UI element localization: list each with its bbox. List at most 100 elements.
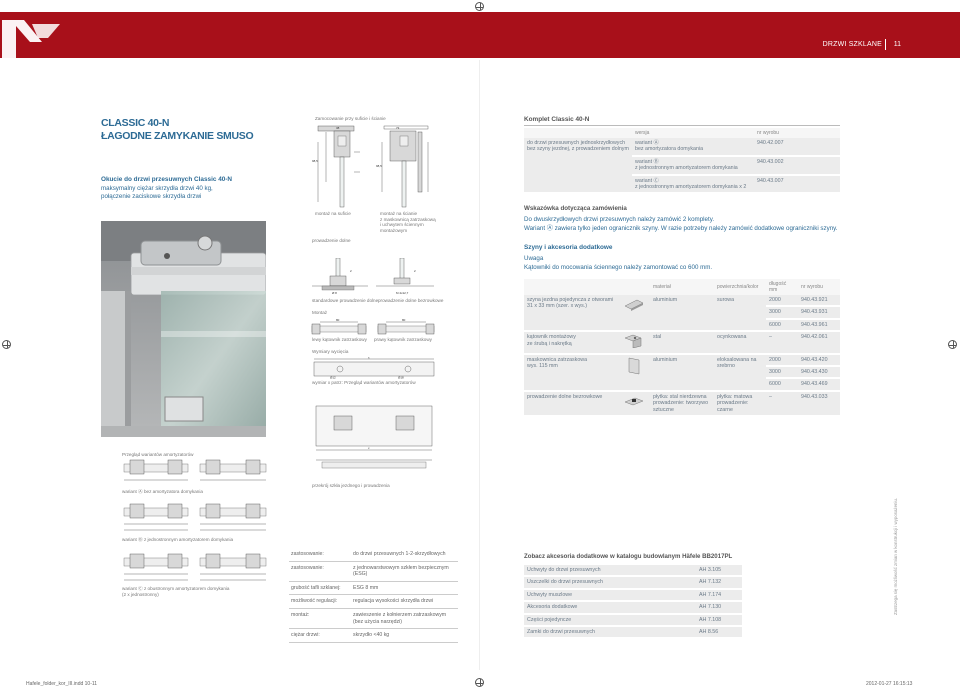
catalog-item-ref: AH 3.105	[696, 565, 742, 578]
spec-row: ciężar drzwi: skrzydło <40 kg	[289, 628, 458, 643]
ceiling-caption: montaż na suficie	[315, 211, 351, 216]
variant-b-drawing	[123, 503, 267, 531]
variants-title: Przegląd wariantów amortyzatorów	[122, 452, 194, 457]
page-title-line2: ŁAGODNE ZAMYKANIE SMUSO	[101, 130, 254, 142]
cut-title: Wymiary wycięcia	[312, 349, 349, 354]
variant-b-caption: wariant Ⓑ z jednostronnym amortyzatorem …	[122, 537, 234, 542]
rail-item-length: –	[766, 390, 798, 418]
rail-item-number: 940.43.921	[798, 295, 840, 308]
spec-label: zastosowanie:	[289, 561, 351, 582]
catalog-row: Uszczelki do drzwi przesuwnych AH 7.132	[524, 576, 742, 590]
kit-title: Komplet Classic 40-N	[524, 116, 840, 126]
kit-variant-detail: z jednostronnym amortyzatorem domykania …	[635, 184, 747, 191]
rail-item-material: płytka: stal nierdzewna prowadzenie: two…	[650, 390, 714, 418]
svg-text:Ø18: Ø18	[398, 376, 404, 380]
rail-item-finish: eloksalowana na srebrno	[714, 353, 766, 392]
rail-item-number: 940.42.061	[798, 331, 840, 355]
wall-caption: montaż na ścianie z maskownicą zatrzasko…	[380, 211, 436, 233]
catalog-title: Zobacz akcesoria dodatkowe w katalogu bu…	[524, 553, 733, 560]
bottom-guide-caption: przekrój szkła jezdnego i prowadzenia	[312, 483, 390, 488]
kit-variant: wariant Ⓑz jednostronnym amortyzatorem d…	[632, 155, 754, 176]
catalog-row: Uchwyty muszlowe AH 7.174	[524, 588, 742, 603]
rail-item-number: 940.43.430	[798, 366, 840, 380]
catalog-table: Uchwyty do drzwi przesuwnych AH 3.105 Uszc…	[524, 565, 742, 640]
rails-header-name	[524, 279, 620, 295]
svg-text:80: 80	[336, 318, 340, 322]
rails-header-number: nr wyrobu	[798, 279, 840, 295]
rail-item-number: 940.43.961	[798, 318, 840, 333]
catalog-item-name: Uchwyty do drzwi przesuwnych	[524, 565, 696, 578]
page-fold	[479, 60, 480, 670]
svg-text:2: 2	[350, 269, 352, 273]
mounting-title: Zamocowanie przy suficie i ścianie	[315, 116, 386, 121]
floor-guide-title: prowadzenie dolne	[312, 238, 351, 243]
rails-note-title: Uwaga	[524, 255, 544, 262]
header-divider	[885, 39, 886, 50]
rails-table: materiał powierzchnia/kolor długość mm n…	[524, 279, 840, 418]
order-hint-line2: Wariant Ⓐ zawiera tylko jeden ograniczni…	[524, 225, 838, 232]
product-description-line1: maksymalny ciężar skrzydła drzwi 40 kg,	[101, 185, 213, 192]
product-description: maksymalny ciężar skrzydła drzwi 40 kg, …	[101, 185, 213, 201]
left-bracket-caption: lewy kątownik zatrzaskowy	[312, 337, 367, 342]
rail-item-number: 940.43.931	[798, 306, 840, 320]
catalog-item-name: Zamki do drzwi przesuwnych	[524, 626, 696, 640]
catalog-item-name: Akcesoria dodatkowe	[524, 601, 696, 615]
registration-mark-bottom	[475, 678, 484, 687]
rail-item-finish: surowa	[714, 295, 766, 333]
spec-value: ESG 8 mm	[351, 581, 458, 596]
kit-table: wersja nr wyrobu do drzwi przesuwnych je…	[524, 128, 840, 195]
vertical-note: Zastrzega się możliwość zmian w konstruk…	[893, 497, 898, 615]
spec-label: ciężar drzwi:	[289, 628, 351, 643]
page-title: CLASSIC 40-N ŁAGODNE ZAMYKANIE SMUSO	[101, 117, 254, 143]
rail-item-number: 940.43.469	[798, 378, 840, 392]
variant-c-drawing	[123, 553, 267, 581]
spec-table: zastosowanie: do drzwi przesuwnych 1-2-sk…	[289, 548, 458, 643]
kit-variant-detail: z jednostronnym amortyzatorem domykania	[635, 165, 738, 172]
kit-number: 940.43.002	[754, 155, 840, 176]
spec-value: zawieszenie z kołnierzem zatrzaskowym (b…	[351, 608, 458, 630]
kit-row: do drzwi przesuwnych jednoskrzydłowych b…	[524, 138, 840, 195]
page-number: 11	[893, 41, 901, 48]
spec-value: do drzwi przesuwnych 1-2-skrzydłowych	[351, 548, 458, 562]
floor-guide-drawing: 2 2 Ø 8 M 4x12,7	[312, 258, 434, 295]
rails-title: Szyny i akcesoria dodatkowe	[524, 244, 613, 251]
rail-item-material: stal	[650, 331, 714, 355]
wall-mount-section: 73 98,5	[376, 125, 429, 208]
rail-item-length: 6000	[766, 318, 798, 333]
variant-a-drawing	[123, 459, 267, 481]
svg-text:38: 38	[336, 126, 340, 130]
no-groove-caption: prowadzenie dolne bezrowkowe	[378, 298, 444, 303]
registration-mark-left	[2, 340, 11, 349]
rail-item-length: 3000	[766, 366, 798, 380]
footer-file-name: Hafele_folder_kor_III.indd 10-11	[26, 681, 98, 687]
kit-number: 940.43.007	[754, 174, 840, 195]
rail-item-number: 940.43.420	[798, 353, 840, 368]
svg-text:98,5: 98,5	[376, 164, 382, 168]
spec-row: montaż: zawieszenie z kołnierzem zatrzask…	[289, 608, 458, 630]
ceiling-mount-section: 98,5 38	[312, 125, 360, 208]
spec-row: zastosowanie: do drzwi przesuwnych 1-2-sk…	[289, 548, 458, 562]
svg-text:2: 2	[414, 269, 416, 273]
rails-header-icon	[620, 279, 650, 295]
floor-guide-icon	[620, 390, 650, 418]
product-description-line2: połączenie zaciskowe skrzydła drzwi	[101, 193, 202, 200]
rails-note-text: Kątowniki do mocowania ściennego należy …	[524, 264, 713, 271]
spec-value: skrzydło <40 kg	[351, 628, 458, 643]
rail-item-length: 6000	[766, 378, 798, 392]
variant-a-caption: wariant Ⓐ bez amortyzatora domykania	[122, 489, 203, 494]
header-band: DRZWI SZKLANE 11	[0, 12, 960, 58]
page-title-line1: CLASSIC 40-N	[101, 117, 170, 129]
rails-row: maskownica zatrzaskowa wys. 115 mm alumin…	[524, 353, 840, 392]
svg-text:80: 80	[402, 318, 406, 322]
rail-item-material: aluminium	[650, 295, 714, 333]
rail-profile-icon	[620, 295, 650, 333]
spec-label: zastosowanie:	[289, 548, 351, 562]
rail-item-name: prowadzenie dolne bezrowkowe	[524, 390, 620, 418]
product-subtitle: Okucie do drzwi przesuwnych Classic 40-N	[101, 176, 233, 183]
cut-caption: wymiar x patrz: Przegląd wariantów amort…	[312, 380, 416, 385]
spec-label: montaż:	[289, 608, 351, 630]
kit-variant: wariant Ⓐbez amortyzatora domykania	[632, 138, 754, 157]
kit-header-version: wersja	[632, 128, 754, 138]
catalog-item-ref: AH 7.132	[696, 576, 742, 590]
catalog-item-ref: AH 7.174	[696, 588, 742, 603]
